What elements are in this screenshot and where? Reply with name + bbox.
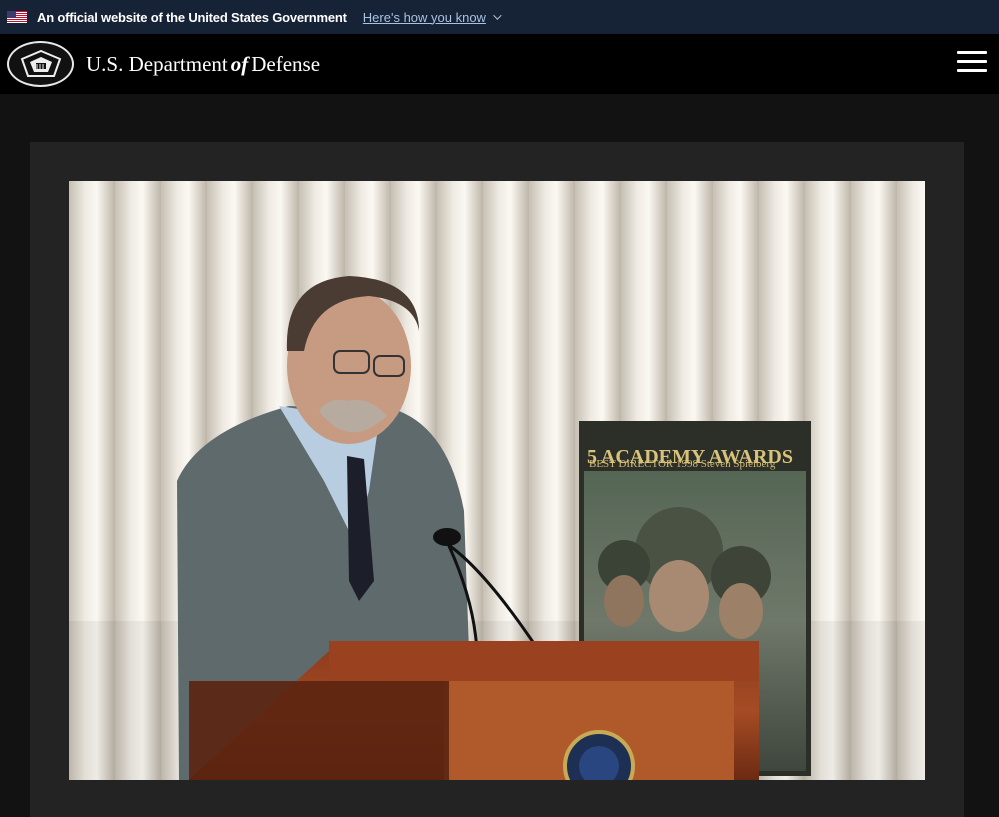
site-title-of: of	[230, 51, 249, 76]
how-you-know-label: Here's how you know	[362, 9, 486, 25]
us-flag-icon	[7, 11, 27, 23]
speaker-photo: 5 ACADEMY AWARDS BEST DIRECTOR 1998 Stev…	[69, 181, 925, 780]
gov-banner: An official website of the United States…	[0, 0, 999, 34]
site-header: U.S. Department of Defense	[0, 34, 999, 94]
site-title[interactable]: U.S. Department of Defense	[86, 52, 320, 77]
media-panel: 5 ACADEMY AWARDS BEST DIRECTOR 1998 Stev…	[30, 142, 964, 817]
how-you-know-link[interactable]: Here's how you know	[362, 9, 502, 25]
chevron-down-icon	[493, 11, 502, 20]
poster-title-line2: BEST DIRECTOR 1998 Steven Spielberg	[589, 458, 776, 470]
hamburger-menu-button[interactable]	[957, 51, 987, 75]
site-title-main: U.S. Department	[86, 51, 228, 76]
pentagon-logo-icon[interactable]	[7, 41, 74, 87]
official-website-text: An official website of the United States…	[37, 9, 347, 25]
site-title-defense: Defense	[251, 51, 321, 76]
